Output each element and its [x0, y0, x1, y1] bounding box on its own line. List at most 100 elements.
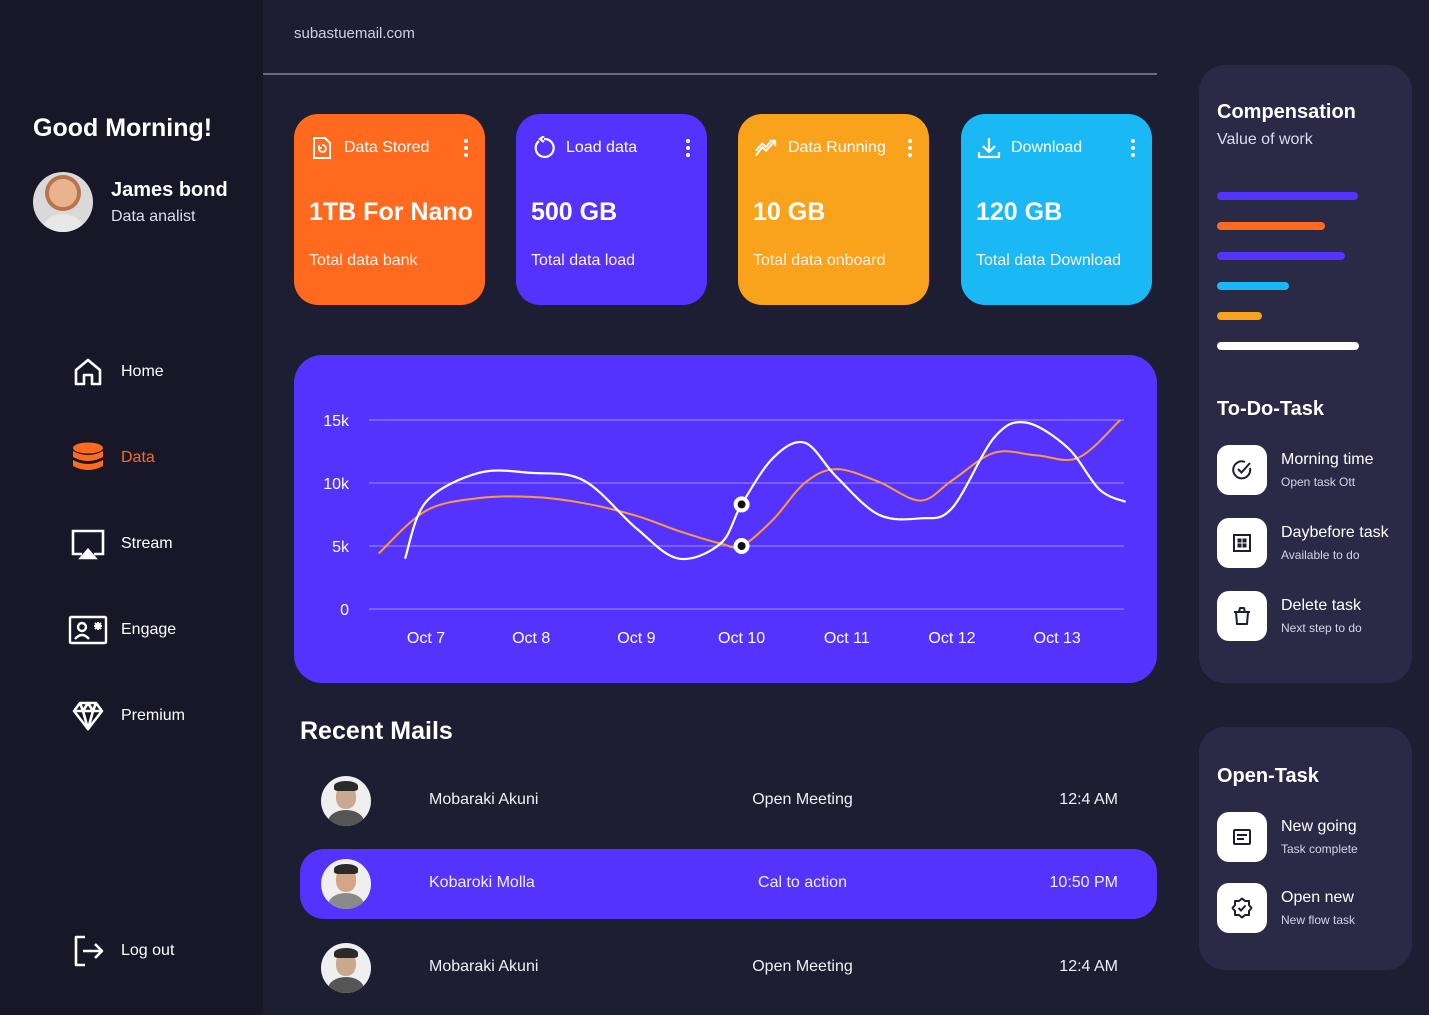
- task-subtitle: New flow task: [1281, 913, 1356, 927]
- card-data-running[interactable]: Data Running 10 GB Total data onboard: [738, 114, 929, 305]
- more-options-icon[interactable]: [461, 137, 471, 159]
- sidebar: Good Morning! James bond Data analist Ho…: [0, 0, 263, 1015]
- mail-row[interactable]: Mobaraki Akuni Open Meeting 12:4 AM: [300, 933, 1157, 1003]
- nav-item-home[interactable]: Home: [68, 352, 164, 392]
- card-title: Data Running: [788, 139, 886, 156]
- task-title: Open new: [1281, 889, 1354, 906]
- user-role: Data analist: [111, 208, 196, 225]
- open-task-new-going[interactable]: New going Task complete: [1217, 812, 1358, 862]
- mail-subject: Open Meeting: [752, 791, 853, 808]
- data-chart[interactable]: 0 5k 10k 15k Oct 7 Oct 8 Oct 9 Oct 10 Oct 11 Oct …: [294, 355, 1157, 683]
- card-data-stored[interactable]: Data Stored 1TB For Nano Total data bank: [294, 114, 485, 305]
- series-line: [403, 420, 1127, 561]
- todo-task-delete[interactable]: Delete task Next step to do: [1217, 591, 1362, 641]
- card-subtitle: Total data Download: [976, 252, 1121, 269]
- avatar: [321, 859, 371, 909]
- card-value: 10 GB: [753, 198, 826, 226]
- compensation-panel: Compensation Value of work To-Do-Task Mo…: [1199, 65, 1412, 683]
- x-tick-label: Oct 10: [718, 630, 765, 647]
- check-circle-icon: [1217, 445, 1267, 495]
- more-options-icon[interactable]: [1128, 137, 1138, 159]
- compensation-bar: [1217, 312, 1262, 320]
- diamond-icon: [68, 696, 108, 736]
- logout-button[interactable]: Log out: [68, 931, 174, 971]
- open-task-title: Open-Task: [1217, 765, 1319, 787]
- x-tick-label: Oct 12: [928, 630, 975, 647]
- mail-subject: Open Meeting: [752, 958, 853, 975]
- avatar[interactable]: [33, 172, 93, 232]
- refresh-icon: [532, 136, 556, 160]
- x-tick-label: Oct 9: [617, 630, 655, 647]
- data-point-center: [737, 500, 746, 509]
- trend-icon: [754, 136, 778, 160]
- task-subtitle: Open task Ott: [1281, 475, 1356, 489]
- badge-check-icon: [1217, 883, 1267, 933]
- nav-item-data[interactable]: Data: [68, 438, 155, 478]
- greeting: Good Morning!: [33, 114, 213, 142]
- card-title: Data Stored: [344, 139, 430, 156]
- nav-item-engage[interactable]: Engage: [68, 610, 176, 650]
- download-icon: [977, 136, 1001, 160]
- x-tick-label: Oct 13: [1034, 630, 1081, 647]
- card-subtitle: Total data onboard: [753, 252, 886, 269]
- compensation-title: Compensation: [1217, 101, 1356, 123]
- card-value: 120 GB: [976, 198, 1063, 226]
- card-download[interactable]: Download 120 GB Total data Download: [961, 114, 1152, 305]
- file-icon: [310, 136, 334, 160]
- trash-icon: [1217, 591, 1267, 641]
- card-value: 500 GB: [531, 198, 618, 226]
- compensation-bar: [1217, 192, 1358, 200]
- card-value: 1TB For Nano: [309, 198, 473, 226]
- recent-mails-title: Recent Mails: [300, 717, 453, 745]
- avatar: [321, 776, 371, 826]
- avatar: [321, 943, 371, 993]
- task-subtitle: Available to do: [1281, 548, 1360, 562]
- mail-row[interactable]: Mobaraki Akuni Open Meeting 12:4 AM: [300, 766, 1157, 836]
- mail-row-selected[interactable]: Kobaroki Molla Cal to action 10:50 PM: [300, 849, 1157, 919]
- nav-item-stream[interactable]: Stream: [68, 524, 173, 564]
- more-options-icon[interactable]: [905, 137, 915, 159]
- nav-label-premium: Premium: [121, 707, 186, 724]
- card-title: Download: [1011, 139, 1083, 156]
- nav-label-data: Data: [121, 449, 155, 466]
- y-tick-label: 10k: [323, 476, 350, 493]
- mail-time: 12:4 AM: [1059, 791, 1118, 808]
- open-task-panel: Open-Task New going Task complete Open ne…: [1199, 727, 1412, 970]
- logout-icon: [68, 931, 108, 971]
- more-options-icon[interactable]: [683, 137, 693, 159]
- task-title: Morning time: [1281, 451, 1374, 468]
- open-task-open-new[interactable]: Open new New flow task: [1217, 883, 1355, 933]
- todo-task-morning[interactable]: Morning time Open task Ott: [1217, 445, 1373, 495]
- card-subtitle: Total data load: [531, 252, 636, 269]
- nav-label-home: Home: [121, 363, 164, 380]
- engage-icon: [68, 610, 108, 650]
- task-title: Delete task: [1281, 597, 1362, 614]
- todo-task-daybefore[interactable]: Daybefore task Available to do: [1217, 518, 1389, 568]
- todo-title: To-Do-Task: [1217, 398, 1325, 420]
- series-line: [378, 419, 1121, 555]
- line-chart-svg: 0 5k 10k 15k Oct 7 Oct 8 Oct 9 Oct 10 Oct 11 Oct …: [323, 413, 1127, 647]
- card-subtitle: Total data bank: [309, 252, 418, 269]
- logout-label: Log out: [121, 942, 175, 959]
- compensation-bar: [1217, 282, 1289, 290]
- header-divider: [263, 73, 1157, 75]
- grid-icon: [1217, 518, 1267, 568]
- task-subtitle: Next step to do: [1281, 621, 1362, 635]
- user-name: James bond: [111, 179, 228, 201]
- compensation-bar: [1217, 222, 1325, 230]
- home-icon: [68, 352, 108, 392]
- mail-time: 12:4 AM: [1059, 958, 1118, 975]
- task-title: Daybefore task: [1281, 524, 1389, 541]
- nav-label-engage: Engage: [121, 621, 177, 638]
- header-email: subastuemail.com: [294, 25, 415, 42]
- x-tick-label: Oct 7: [407, 630, 445, 647]
- mail-sender: Mobaraki Akuni: [429, 958, 539, 975]
- nav-item-premium[interactable]: Premium: [68, 696, 185, 736]
- note-icon: [1217, 812, 1267, 862]
- mail-sender: Kobaroki Molla: [429, 874, 535, 891]
- compensation-bar: [1217, 342, 1359, 350]
- stream-icon: [68, 524, 108, 564]
- database-icon: [68, 438, 108, 478]
- card-load-data[interactable]: Load data 500 GB Total data load: [516, 114, 707, 305]
- x-tick-label: Oct 11: [824, 630, 870, 647]
